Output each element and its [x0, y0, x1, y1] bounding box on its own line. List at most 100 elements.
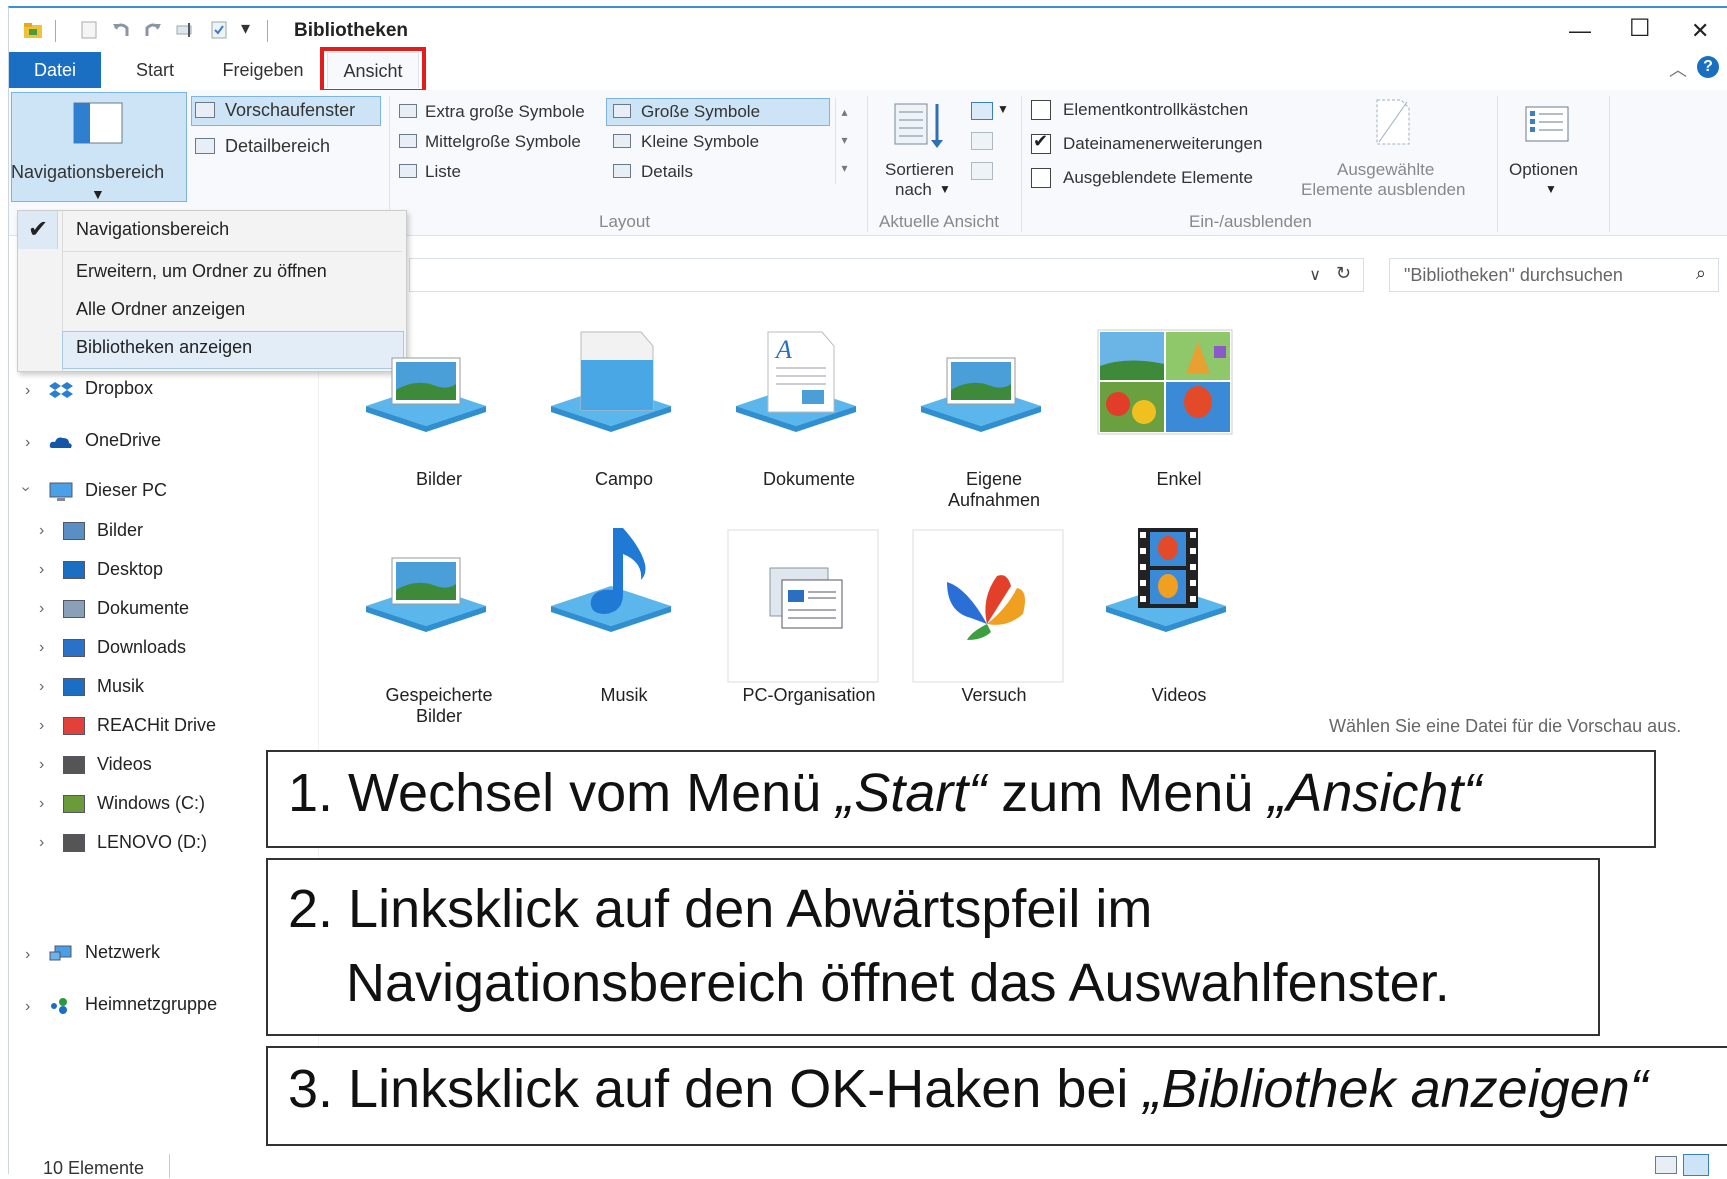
nav-onedrive[interactable]: OneDrive	[85, 430, 161, 451]
details-pane-button[interactable]: Detailbereich	[225, 136, 330, 157]
sort-icon	[894, 103, 943, 148]
tab-start[interactable]: Start	[117, 52, 193, 88]
file-extensions-checkbox[interactable]: ✔	[1031, 131, 1051, 154]
sort-dropdown-icon[interactable]: ▼	[939, 182, 951, 196]
group-by-icon[interactable]	[971, 102, 993, 120]
nav-this-pc[interactable]: Dieser PC	[85, 480, 167, 501]
sort-label-2[interactable]: nach	[895, 180, 932, 200]
sort-label[interactable]: Sortieren	[885, 160, 954, 180]
butterfly-icon[interactable]	[911, 528, 1067, 684]
expand-windows-drive-icon[interactable]: ›	[39, 795, 44, 813]
expand-onedrive-icon[interactable]: ›	[25, 434, 30, 452]
dropdown-item-show-libraries[interactable]: Bibliotheken anzeigen	[76, 337, 252, 358]
step2-line-2: Navigationsbereich öffnet das Auswahlfen…	[346, 953, 1450, 1013]
close-button[interactable]: ✕	[1691, 18, 1709, 44]
annotation-step-2: 2. Linksklick auf den Abwärtspfeil im Na…	[266, 858, 1600, 1036]
dropdown-item-show-all-folders[interactable]: Alle Ordner anzeigen	[76, 299, 245, 320]
folder-icon[interactable]	[23, 20, 43, 40]
maximize-button[interactable]: ☐	[1629, 14, 1651, 43]
options-dropdown-icon[interactable]: ▼	[1545, 182, 1557, 196]
large-icons-view-icon[interactable]	[1683, 1154, 1709, 1176]
layout-extra-large[interactable]: Extra große Symbole	[425, 102, 585, 122]
undo-icon[interactable]	[111, 20, 131, 40]
nav-dropbox[interactable]: Dropbox	[85, 378, 153, 399]
item-checkboxes-checkbox[interactable]	[1031, 100, 1051, 120]
nav-pc-child[interactable]: Windows (C:)	[97, 793, 205, 814]
layout-list[interactable]: Liste	[425, 162, 461, 182]
library-label[interactable]: Bilder	[364, 469, 514, 490]
library-label[interactable]: Eigene Aufnahmen	[919, 469, 1069, 511]
expand-pictures-icon[interactable]: ›	[39, 522, 44, 540]
collapse-this-pc-icon[interactable]: ›	[17, 486, 35, 491]
layout-details[interactable]: Details	[641, 162, 693, 182]
documents-library-icon[interactable]: A	[726, 328, 882, 484]
group-by-dropdown-icon[interactable]: ▼	[997, 102, 1009, 116]
layout-small[interactable]: Kleine Symbole	[641, 132, 759, 152]
library-label[interactable]: Enkel	[1104, 469, 1254, 490]
expand-network-icon[interactable]: ›	[25, 946, 30, 964]
step2-line-1: 2. Linksklick auf den Abwärtspfeil im	[288, 879, 1153, 939]
redo-icon[interactable]	[143, 20, 163, 40]
help-icon[interactable]: ?	[1697, 56, 1719, 78]
nav-pc-child[interactable]: Musik	[97, 676, 144, 697]
address-bar[interactable]: ∨ ↻	[409, 258, 1364, 292]
videos-library-icon[interactable]	[1096, 528, 1252, 684]
library-label[interactable]: Videos	[1104, 685, 1254, 706]
library-label[interactable]: Versuch	[919, 685, 1069, 706]
library-label[interactable]: Dokumente	[734, 469, 884, 490]
navigation-pane-dropdown-icon[interactable]: ▼	[91, 186, 105, 202]
pictures-library-icon[interactable]	[911, 328, 1067, 484]
expand-lenovo-drive-icon[interactable]: ›	[39, 834, 44, 852]
expand-desktop-icon[interactable]: ›	[39, 561, 44, 579]
expand-dropbox-icon[interactable]: ›	[25, 382, 30, 400]
library-label[interactable]: PC-Organisation	[734, 685, 884, 706]
pc-organisation-icon[interactable]	[726, 528, 882, 684]
annotation-step-1: 1. Wechsel vom Menü „Start“ zum Menü „An…	[266, 750, 1656, 848]
checklist-icon[interactable]	[209, 20, 229, 40]
pictures-library-icon[interactable]	[356, 528, 512, 684]
library-label[interactable]: Musik	[549, 685, 699, 706]
collapse-ribbon-icon[interactable]: ︿	[1669, 56, 1687, 82]
nav-pc-child[interactable]: Bilder	[97, 520, 143, 541]
tab-freigeben[interactable]: Freigeben	[209, 52, 317, 88]
hidden-items-checkbox[interactable]	[1031, 168, 1051, 188]
nav-pc-child[interactable]: Videos	[97, 754, 152, 775]
properties-icon[interactable]	[79, 20, 99, 40]
expand-downloads-icon[interactable]: ›	[39, 639, 44, 657]
library-label[interactable]: Gespeicherte Bilder	[364, 685, 514, 727]
quick-access-dropdown-icon[interactable]: ▾	[241, 18, 250, 39]
minimize-button[interactable]: —	[1569, 18, 1591, 44]
layout-large[interactable]: Große Symbole	[641, 102, 760, 122]
expand-reachit-drive-icon[interactable]: ›	[39, 717, 44, 735]
pictures-library-icon[interactable]	[356, 328, 512, 484]
layout-scroll-icon[interactable]: ▴ ▾ ▾	[835, 98, 853, 184]
rename-icon[interactable]	[175, 20, 195, 40]
tab-datei[interactable]: Datei	[9, 52, 101, 88]
nav-pc-child[interactable]: REACHit Drive	[97, 715, 216, 736]
details-view-icon[interactable]	[1655, 1156, 1677, 1174]
dropbox-icon	[49, 382, 73, 398]
library-label[interactable]: Campo	[549, 469, 699, 490]
dropdown-item-expand-to-folder[interactable]: Erweitern, um Ordner zu öffnen	[76, 261, 327, 282]
nav-pc-child[interactable]: LENOVO (D:)	[97, 832, 207, 853]
nav-network[interactable]: Netzwerk	[85, 942, 160, 963]
current-view-group-label: Aktuelle Ansicht	[879, 212, 1000, 231]
nav-homegroup[interactable]: Heimnetzgruppe	[85, 994, 217, 1015]
search-icon[interactable]: ⌕	[1696, 263, 1706, 284]
expand-music-icon[interactable]: ›	[39, 678, 44, 696]
nav-pc-child[interactable]: Dokumente	[97, 598, 189, 619]
music-library-icon[interactable]	[541, 528, 697, 684]
expand-homegroup-icon[interactable]: ›	[25, 998, 30, 1016]
address-dropdown-icon[interactable]: ∨	[1309, 265, 1321, 285]
search-box[interactable]: "Bibliotheken" durchsuchen ⌕	[1389, 258, 1719, 292]
expand-videos-icon[interactable]: ›	[39, 756, 44, 774]
options-button[interactable]: Optionen	[1509, 160, 1578, 180]
refresh-icon[interactable]: ↻	[1336, 263, 1351, 284]
nav-pc-child[interactable]: Downloads	[97, 637, 186, 658]
layout-medium[interactable]: Mittelgroße Symbole	[425, 132, 581, 152]
dropdown-item-navigation-pane[interactable]: Navigationsbereich	[76, 219, 229, 240]
photo-collage-icon[interactable]	[1096, 328, 1252, 484]
expand-documents-icon[interactable]: ›	[39, 600, 44, 618]
blank-library-icon[interactable]	[541, 328, 697, 484]
nav-pc-child[interactable]: Desktop	[97, 559, 163, 580]
